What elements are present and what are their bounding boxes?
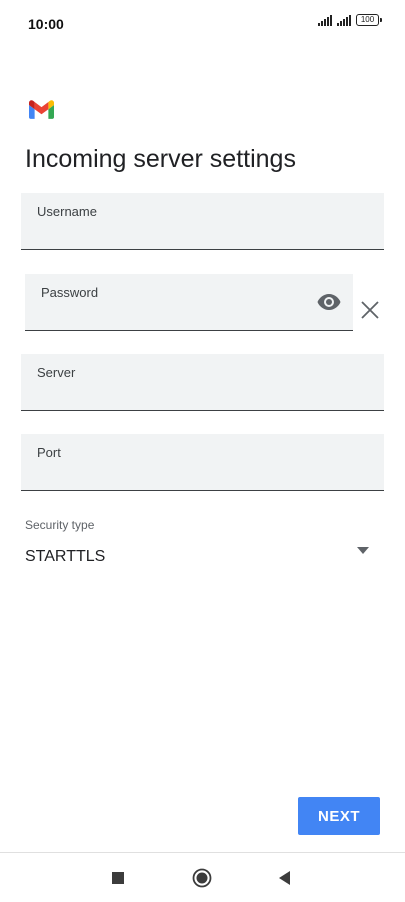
gmail-logo (29, 100, 54, 119)
status-time: 10:00 (28, 16, 64, 32)
next-button[interactable]: NEXT (298, 797, 380, 835)
server-input[interactable] (37, 384, 368, 404)
battery-level: 100 (360, 15, 375, 24)
security-type-select[interactable]: STARTTLS (25, 540, 375, 572)
back-icon[interactable] (274, 867, 296, 889)
page-title: Incoming server settings (25, 145, 296, 173)
password-field[interactable]: Password (25, 274, 353, 331)
username-input[interactable] (37, 223, 368, 243)
status-bar: 10:00 100 (0, 0, 405, 44)
close-icon[interactable] (360, 300, 380, 320)
dropdown-arrow-icon (357, 547, 369, 554)
signal-icon (337, 14, 351, 26)
port-input[interactable] (37, 464, 368, 484)
username-label: Username (37, 204, 97, 219)
password-label: Password (41, 285, 99, 300)
recents-icon[interactable] (107, 867, 129, 889)
security-type-label: Security type (25, 518, 95, 532)
navigation-bar (0, 853, 405, 902)
battery-icon: 100 (356, 14, 382, 26)
status-icons: 100 (318, 14, 382, 26)
server-field[interactable]: Server (21, 354, 384, 411)
port-field[interactable]: Port (21, 434, 384, 491)
signal-icon (318, 14, 332, 26)
eye-icon[interactable] (317, 293, 341, 311)
password-input[interactable] (41, 304, 297, 324)
port-label: Port (37, 445, 61, 460)
home-icon[interactable] (191, 867, 213, 889)
server-label: Server (37, 365, 76, 380)
security-type-value: STARTTLS (25, 548, 106, 565)
username-field[interactable]: Username (21, 193, 384, 250)
